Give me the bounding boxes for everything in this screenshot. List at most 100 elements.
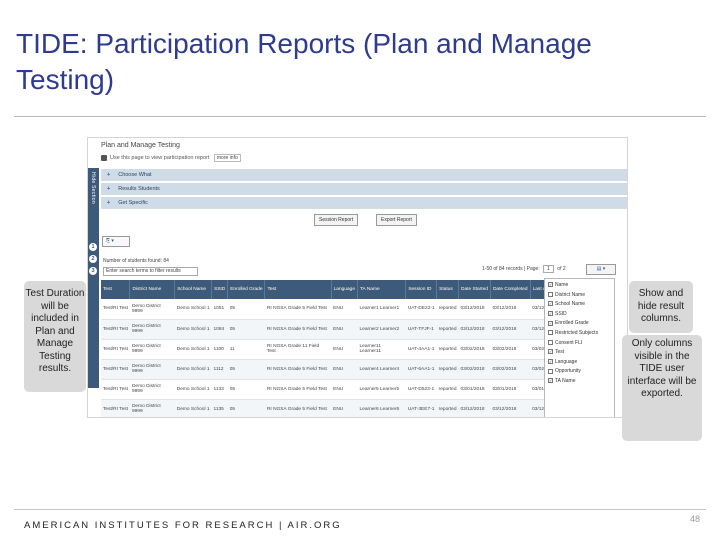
column-option[interactable]: ✓ SSID — [548, 310, 614, 320]
chevron-down-icon: ▾ — [111, 238, 114, 244]
column-header[interactable]: Date Completed — [490, 280, 531, 299]
section-choose-what[interactable]: + Choose What — [101, 169, 627, 182]
column-header[interactable]: Session ID — [405, 280, 438, 299]
section-label: Results Students — [118, 186, 160, 192]
checkbox-icon[interactable] — [548, 368, 553, 374]
checkbox-icon[interactable] — [548, 339, 553, 345]
column-option[interactable]: ✓ Name — [548, 281, 614, 291]
table-cell: 1133 — [211, 379, 228, 400]
page-heading: Plan and Manage Testing — [101, 142, 180, 149]
checkbox-checked-icon[interactable]: ✓ — [548, 349, 553, 355]
table-cell: RI NGSA Grade 5 Field Test — [264, 359, 332, 380]
table-cell: Test/RI Test — [101, 359, 130, 380]
column-option[interactable]: Restricted Subjects — [548, 329, 614, 339]
table-cell: Learner2 Learner2 — [357, 319, 406, 340]
table-cell: 03/12/2018 — [490, 319, 531, 340]
table-row[interactable]: Test/RI Test Demo District 9999 Demo Schoo… — [101, 359, 561, 380]
chevron-down-icon: ▾ — [602, 266, 606, 272]
table-cell: reported — [436, 379, 459, 400]
column-option[interactable]: ✓ TA Name — [548, 377, 614, 387]
checkbox-checked-icon[interactable]: ✓ — [548, 358, 553, 364]
checkbox-checked-icon[interactable]: ✓ — [548, 301, 553, 307]
table-cell: reported — [436, 399, 459, 417]
table-cell: 03/02/2018 — [458, 339, 491, 360]
table-cell: Test/RI Test — [101, 299, 130, 320]
table-cell: Demo District 9999 — [129, 339, 175, 360]
column-header[interactable]: School Name — [174, 280, 213, 299]
table-row[interactable]: Test/RI Test Demo District 9999 Demo Schoo… — [101, 399, 561, 417]
table-cell: 03/02/2018 — [490, 359, 531, 380]
column-option-label: Opportunity — [555, 368, 581, 375]
table-cell: 05 — [227, 379, 265, 400]
column-header[interactable]: Test — [101, 280, 131, 299]
column-option-label: Consent FLI — [555, 339, 583, 346]
column-option[interactable]: District Name — [548, 291, 614, 301]
search-input[interactable]: Enter search terms to filter results — [103, 267, 198, 276]
column-option-label: District Name — [555, 291, 586, 298]
checkbox-icon[interactable] — [548, 330, 553, 336]
table-cell: 1084 — [211, 319, 228, 340]
column-option-label: Test — [555, 349, 565, 356]
column-header[interactable]: Enrolled Grade — [227, 280, 266, 299]
table-cell: Learner5 Learner5 — [357, 379, 406, 400]
step-2-indicator[interactable]: 2 — [89, 255, 97, 263]
table-cell: Demo District 9999 — [129, 319, 175, 340]
page-total: of 2 — [557, 266, 566, 272]
column-option[interactable]: Consent FLI — [548, 339, 614, 349]
checkbox-checked-icon[interactable]: ✓ — [548, 310, 553, 316]
column-header[interactable]: District Name — [129, 280, 176, 299]
column-header[interactable]: Date Started — [458, 280, 491, 299]
column-option[interactable]: ✓ Test — [548, 348, 614, 358]
column-option-label: TA Name — [555, 377, 576, 384]
table-row[interactable]: Test/RI Test Demo District 9999 Demo Schoo… — [101, 379, 561, 400]
column-header[interactable]: Test — [264, 280, 332, 299]
table-row[interactable]: Test/RI Test Demo District 9999 Demo Schoo… — [101, 339, 561, 360]
column-toggle-button[interactable]: ▤ ▾ — [586, 264, 616, 275]
table-cell: 03/01/2018 — [458, 379, 491, 400]
callout-test-duration: Test Duration will be included in Plan a… — [24, 281, 86, 392]
table-cell: Demo District 9999 — [129, 379, 175, 400]
column-option[interactable]: ✓ School Name — [548, 300, 614, 310]
column-header[interactable]: Language — [331, 280, 358, 299]
export-dropdown[interactable]: ⎘ ▾ — [102, 236, 130, 247]
table-cell: 05 — [227, 319, 265, 340]
footer-divider — [14, 509, 706, 510]
table-cell: reported — [436, 319, 459, 340]
table-cell: 05 — [227, 359, 265, 380]
table-cell: 1135 — [211, 399, 228, 417]
table-cell: reported — [436, 359, 459, 380]
checkbox-icon[interactable] — [548, 291, 553, 297]
column-option[interactable]: ✓ Language — [548, 358, 614, 368]
section-get-specific[interactable]: + Get Specific — [101, 197, 627, 210]
column-option-label: School Name — [555, 301, 586, 308]
section-results-students[interactable]: + Results Students — [101, 183, 627, 196]
table-cell: Test/RI Test — [101, 339, 130, 360]
more-info-link[interactable]: more info — [213, 154, 241, 162]
hide-section-tab[interactable]: Hide Section 1 2 3 — [88, 168, 99, 388]
callout-export-columns: Only columns visible in the TIDE user in… — [622, 335, 702, 441]
step-1-indicator[interactable]: 1 — [89, 243, 97, 251]
checkbox-checked-icon[interactable]: ✓ — [548, 320, 553, 326]
column-header[interactable]: Status — [436, 280, 460, 299]
checkbox-checked-icon[interactable]: ✓ — [548, 282, 553, 288]
step-3-indicator[interactable]: 3 — [89, 267, 97, 275]
table-cell: Test/RI Test — [101, 319, 130, 340]
column-header[interactable]: SSID — [211, 280, 229, 299]
table-cell: ENU — [331, 339, 358, 360]
table-row[interactable]: Test/RI Test Demo District 9999 Demo Schoo… — [101, 319, 561, 340]
section-label: Choose What — [118, 172, 152, 178]
column-option-label: Restricted Subjects — [555, 329, 599, 336]
table-cell: RI NGSA Grade 5 Field Test — [264, 299, 332, 320]
column-option[interactable]: Opportunity — [548, 367, 614, 377]
page-input[interactable]: 1 — [543, 265, 554, 273]
checkbox-checked-icon[interactable]: ✓ — [548, 378, 553, 384]
table-cell: Learner4 Learner4 — [357, 359, 406, 380]
table-cell: ENU — [331, 379, 358, 400]
table-cell: Demo District 9999 — [129, 299, 175, 320]
export-report-button[interactable]: Export Report — [376, 214, 417, 226]
column-option[interactable]: ✓ Enrolled Grade — [548, 319, 614, 329]
session-report-button[interactable]: Session Report — [314, 214, 359, 226]
column-header[interactable]: TA Name — [357, 280, 407, 299]
table-row[interactable]: Test/RI Test Demo District 9999 Demo Schoo… — [101, 299, 561, 320]
table-cell: UAT-3EE7-1 — [405, 399, 437, 417]
